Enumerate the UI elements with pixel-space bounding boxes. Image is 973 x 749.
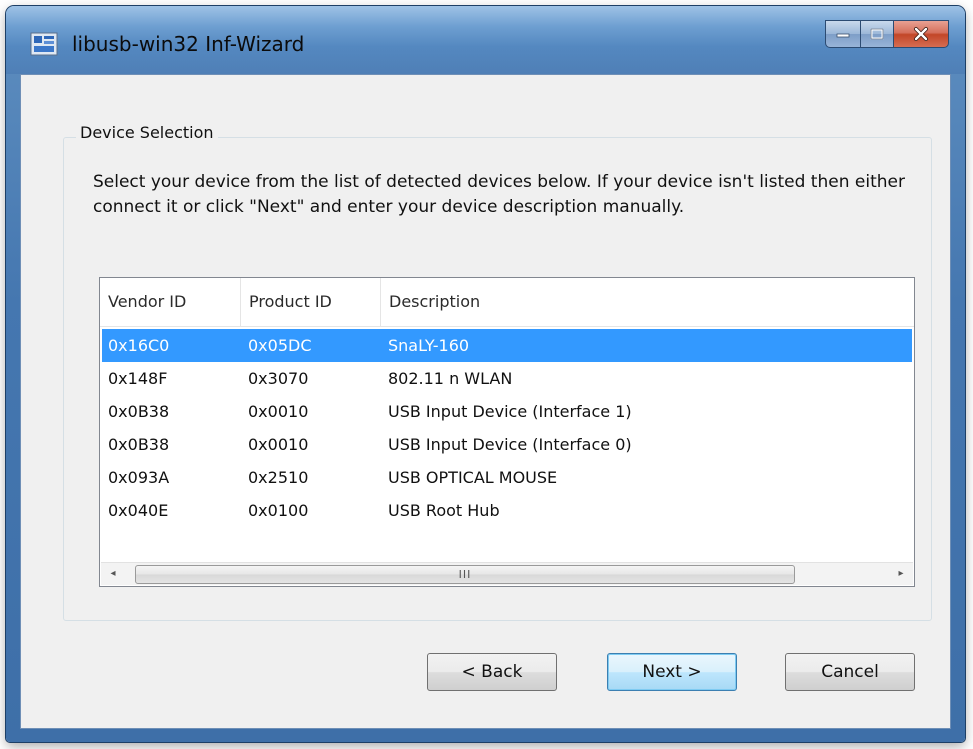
maximize-button[interactable]	[861, 20, 894, 48]
vendor-id: 0x16C0	[108, 336, 170, 355]
product-id: 0x2510	[248, 468, 309, 487]
dialog-client: Device Selection Select your device from…	[20, 74, 951, 729]
window-title: libusb-win32 Inf-Wizard	[72, 32, 305, 56]
cancel-button[interactable]: Cancel	[785, 653, 915, 691]
list-header: Vendor ID Product ID Description	[100, 278, 914, 327]
description: USB Input Device (Interface 1)	[388, 402, 632, 421]
device-list[interactable]: Vendor ID Product ID Description 0x16C0 …	[99, 277, 915, 587]
column-vendor-id[interactable]: Vendor ID	[100, 278, 240, 326]
product-id: 0x0010	[248, 402, 309, 421]
table-row[interactable]: 0x148F 0x3070 802.11 n WLAN	[102, 362, 912, 395]
device-rows: 0x16C0 0x05DC SnaLY-160 0x148F 0x3070 80…	[102, 329, 912, 527]
description: USB Input Device (Interface 0)	[388, 435, 632, 454]
column-product-id[interactable]: Product ID	[241, 278, 380, 326]
table-row[interactable]: 0x0B38 0x0010 USB Input Device (Interfac…	[102, 428, 912, 461]
scroll-thumb[interactable]: III	[135, 565, 795, 584]
usb-app-icon	[30, 32, 58, 56]
product-id: 0x0100	[248, 501, 309, 520]
description: 802.11 n WLAN	[388, 369, 513, 388]
table-row[interactable]: 0x0B38 0x0010 USB Input Device (Interfac…	[102, 395, 912, 428]
vendor-id: 0x0B38	[108, 402, 170, 421]
vendor-id: 0x093A	[108, 468, 170, 487]
vendor-id: 0x040E	[108, 501, 169, 520]
horizontal-scrollbar[interactable]: ◂ III ▸	[101, 562, 913, 585]
vendor-id: 0x148F	[108, 369, 168, 388]
table-row[interactable]: 0x16C0 0x05DC SnaLY-160	[102, 329, 912, 362]
instructions-text: Select your device from the list of dete…	[93, 172, 905, 217]
table-row[interactable]: 0x040E 0x0100 USB Root Hub	[102, 494, 912, 527]
description: SnaLY-160	[388, 336, 470, 355]
minimize-button[interactable]	[825, 20, 861, 48]
close-icon	[914, 27, 928, 41]
title-bar[interactable]: libusb-win32 Inf-Wizard	[6, 6, 965, 74]
close-button[interactable]	[894, 20, 949, 48]
caption-buttons	[825, 20, 949, 48]
scroll-left-icon[interactable]: ◂	[101, 563, 125, 585]
product-id: 0x3070	[248, 369, 309, 388]
maximize-icon	[870, 28, 884, 40]
product-id: 0x0010	[248, 435, 309, 454]
column-description[interactable]: Description	[381, 278, 912, 326]
wizard-window: libusb-win32 Inf-Wizard Device Selection…	[6, 6, 965, 742]
back-button[interactable]: < Back	[427, 653, 557, 691]
vendor-id: 0x0B38	[108, 435, 170, 454]
next-button[interactable]: Next >	[607, 653, 737, 691]
scroll-right-icon[interactable]: ▸	[889, 563, 913, 585]
table-row[interactable]: 0x093A 0x2510 USB OPTICAL MOUSE	[102, 461, 912, 494]
product-id: 0x05DC	[248, 336, 312, 355]
description: USB Root Hub	[388, 501, 500, 520]
minimize-icon	[836, 33, 850, 38]
description: USB OPTICAL MOUSE	[388, 468, 558, 487]
group-label: Device Selection	[76, 123, 218, 142]
